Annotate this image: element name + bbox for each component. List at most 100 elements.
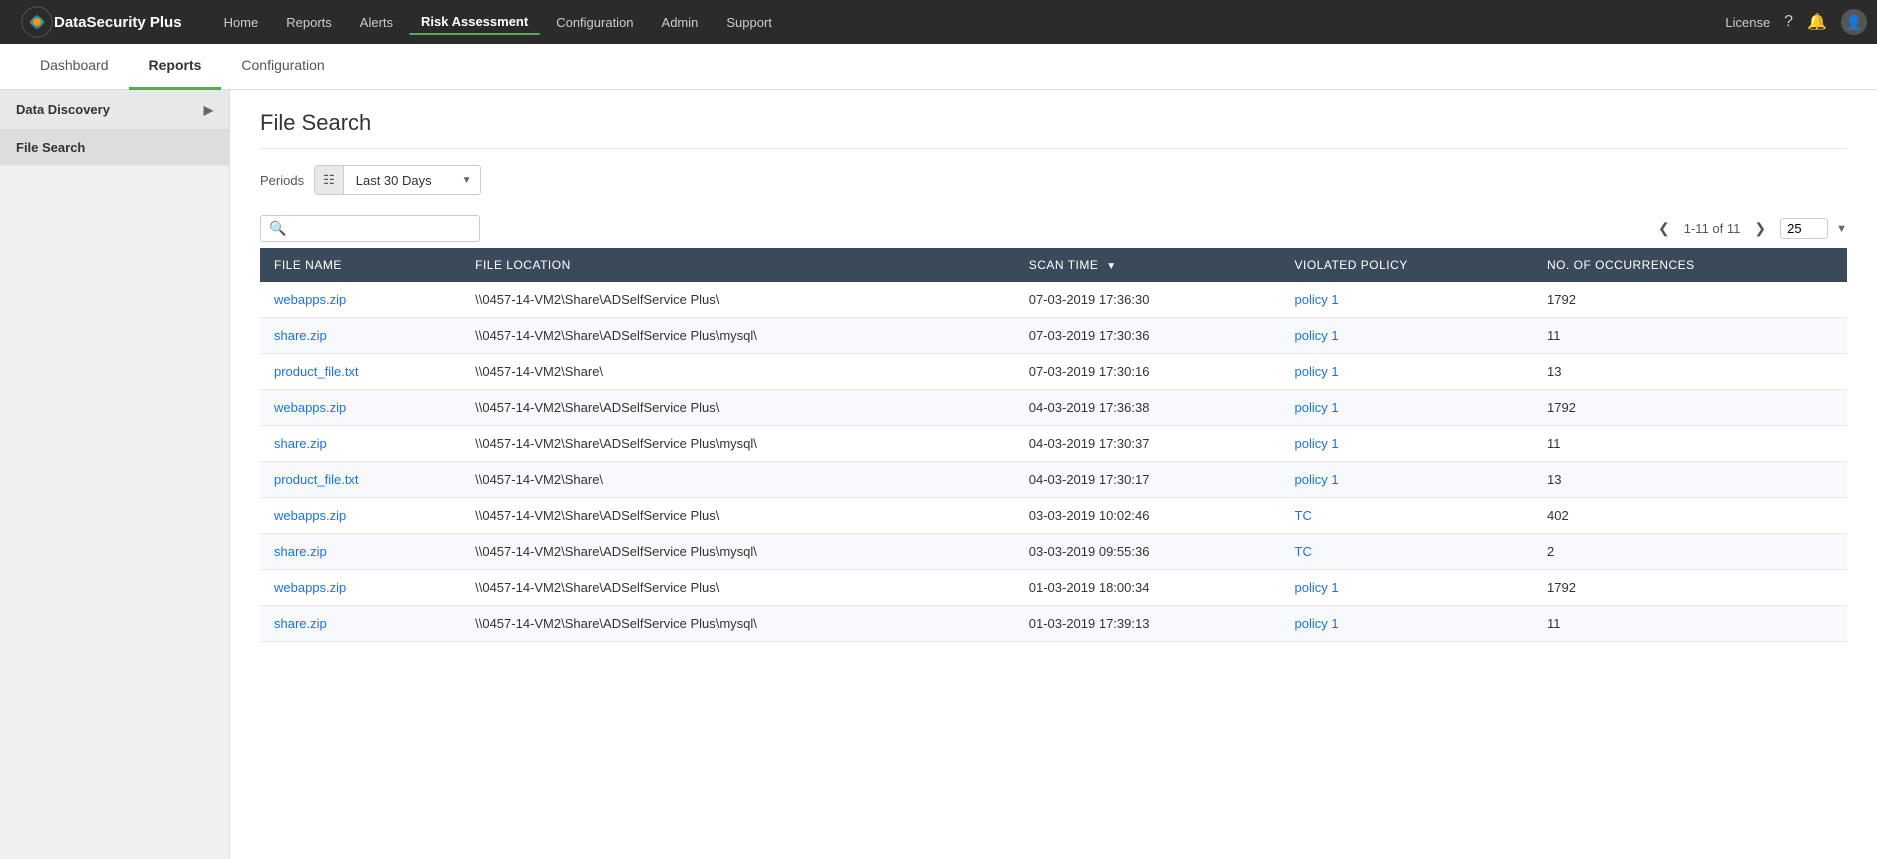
cell-scan-time: 01-03-2019 17:39:13 <box>1015 606 1281 642</box>
cell-scan-time: 03-03-2019 10:02:46 <box>1015 498 1281 534</box>
table-row: share.zip \\0457-14-VM2\Share\ADSelfServ… <box>260 534 1847 570</box>
pagination-range: 1-11 of 11 <box>1684 221 1741 236</box>
cell-violated-policy[interactable]: policy 1 <box>1281 606 1534 642</box>
col-scan-time[interactable]: SCAN TIME ▼ <box>1015 248 1281 282</box>
cell-occurrences: 2 <box>1533 534 1847 570</box>
cell-scan-time: 07-03-2019 17:36:30 <box>1015 282 1281 318</box>
second-nav-reports[interactable]: Reports <box>129 44 222 90</box>
prev-page-button[interactable]: ❮ <box>1652 218 1676 239</box>
nav-support[interactable]: Support <box>714 11 784 34</box>
layout: Data Discovery ▶ File Search File Search… <box>0 90 1877 859</box>
second-nav-configuration[interactable]: Configuration <box>221 44 344 90</box>
periods-label: Periods <box>260 173 304 188</box>
cell-file-name[interactable]: product_file.txt <box>260 462 461 498</box>
cell-file-location: \\0457-14-VM2\Share\ <box>461 354 1015 390</box>
sort-arrow-icon: ▼ <box>1106 261 1116 272</box>
brand-logo <box>20 5 54 39</box>
nav-risk-assessment[interactable]: Risk Assessment <box>409 10 540 35</box>
next-page-button[interactable]: ❯ <box>1748 218 1772 239</box>
table-header-row: FILE NAME FILE LOCATION SCAN TIME ▼ VIOL… <box>260 248 1847 282</box>
sidebar: Data Discovery ▶ File Search <box>0 90 230 859</box>
nav-admin[interactable]: Admin <box>650 11 711 34</box>
sidebar-section-data-discovery[interactable]: Data Discovery ▶ <box>0 90 229 130</box>
table-toolbar: 🔍 ❮ 1-11 of 11 ❯ 25 50 100 ▼ <box>260 215 1847 242</box>
license-link[interactable]: License <box>1725 15 1770 30</box>
chevron-down-icon-perpage: ▼ <box>1836 223 1847 235</box>
top-nav-right: License ? 🔔 👤 <box>1725 9 1867 35</box>
cell-occurrences: 13 <box>1533 354 1847 390</box>
table-row: share.zip \\0457-14-VM2\Share\ADSelfServ… <box>260 318 1847 354</box>
cell-file-name[interactable]: webapps.zip <box>260 570 461 606</box>
cell-occurrences: 11 <box>1533 606 1847 642</box>
cell-file-location: \\0457-14-VM2\Share\ADSelfService Plus\m… <box>461 606 1015 642</box>
cell-file-location: \\0457-14-VM2\Share\ADSelfService Plus\ <box>461 390 1015 426</box>
nav-home[interactable]: Home <box>212 11 271 34</box>
bell-icon[interactable]: 🔔 <box>1807 12 1827 32</box>
cell-scan-time: 07-03-2019 17:30:16 <box>1015 354 1281 390</box>
cell-violated-policy[interactable]: TC <box>1281 498 1534 534</box>
search-input[interactable] <box>290 221 471 236</box>
cell-file-name[interactable]: webapps.zip <box>260 282 461 318</box>
cell-violated-policy[interactable]: policy 1 <box>1281 462 1534 498</box>
table-row: webapps.zip \\0457-14-VM2\Share\ADSelfSe… <box>260 390 1847 426</box>
cell-violated-policy[interactable]: TC <box>1281 534 1534 570</box>
col-file-location: FILE LOCATION <box>461 248 1015 282</box>
cell-file-location: \\0457-14-VM2\Share\ADSelfService Plus\ <box>461 282 1015 318</box>
cell-occurrences: 13 <box>1533 462 1847 498</box>
cell-scan-time: 03-03-2019 09:55:36 <box>1015 534 1281 570</box>
periods-row: Periods ☷ Last 30 Days ▼ <box>260 165 1847 195</box>
cell-file-location: \\0457-14-VM2\Share\ADSelfService Plus\ <box>461 570 1015 606</box>
cell-occurrences: 1792 <box>1533 570 1847 606</box>
cell-violated-policy[interactable]: policy 1 <box>1281 354 1534 390</box>
periods-value: Last 30 Days <box>344 167 462 194</box>
cell-scan-time: 01-03-2019 18:00:34 <box>1015 570 1281 606</box>
table-row: share.zip \\0457-14-VM2\Share\ADSelfServ… <box>260 426 1847 462</box>
pagination-row: ❮ 1-11 of 11 ❯ 25 50 100 ▼ <box>1652 218 1847 239</box>
cell-file-name[interactable]: product_file.txt <box>260 354 461 390</box>
nav-reports[interactable]: Reports <box>274 11 344 34</box>
cell-file-location: \\0457-14-VM2\Share\ADSelfService Plus\m… <box>461 318 1015 354</box>
top-nav-links: Home Reports Alerts Risk Assessment Conf… <box>212 10 1726 35</box>
nav-alerts[interactable]: Alerts <box>348 11 405 34</box>
cell-scan-time: 07-03-2019 17:30:36 <box>1015 318 1281 354</box>
sidebar-section-label: Data Discovery <box>16 102 110 117</box>
search-box[interactable]: 🔍 <box>260 215 480 242</box>
help-icon[interactable]: ? <box>1784 13 1793 31</box>
table-row: product_file.txt \\0457-14-VM2\Share\ 04… <box>260 462 1847 498</box>
brand-name: DataSecurity Plus <box>54 14 182 31</box>
chevron-right-icon: ▶ <box>204 103 213 117</box>
col-violated-policy: VIOLATED POLICY <box>1281 248 1534 282</box>
page-title: File Search <box>260 110 1847 149</box>
grid-icon: ☷ <box>315 166 344 194</box>
cell-file-name[interactable]: share.zip <box>260 318 461 354</box>
data-table: FILE NAME FILE LOCATION SCAN TIME ▼ VIOL… <box>260 248 1847 642</box>
cell-violated-policy[interactable]: policy 1 <box>1281 570 1534 606</box>
second-nav-dashboard[interactable]: Dashboard <box>20 44 129 90</box>
cell-occurrences: 1792 <box>1533 390 1847 426</box>
col-file-name: FILE NAME <box>260 248 461 282</box>
per-page-select[interactable]: 25 50 100 <box>1780 218 1828 239</box>
user-avatar[interactable]: 👤 <box>1841 9 1867 35</box>
table-row: webapps.zip \\0457-14-VM2\Share\ADSelfSe… <box>260 570 1847 606</box>
cell-violated-policy[interactable]: policy 1 <box>1281 390 1534 426</box>
cell-violated-policy[interactable]: policy 1 <box>1281 318 1534 354</box>
cell-violated-policy[interactable]: policy 1 <box>1281 282 1534 318</box>
cell-violated-policy[interactable]: policy 1 <box>1281 426 1534 462</box>
nav-configuration[interactable]: Configuration <box>544 11 645 34</box>
sidebar-item-file-search[interactable]: File Search <box>0 130 229 166</box>
cell-file-name[interactable]: webapps.zip <box>260 390 461 426</box>
cell-scan-time: 04-03-2019 17:30:17 <box>1015 462 1281 498</box>
search-icon: 🔍 <box>269 220 286 237</box>
chevron-down-icon: ▼ <box>462 175 472 186</box>
cell-file-name[interactable]: share.zip <box>260 606 461 642</box>
cell-file-name[interactable]: webapps.zip <box>260 498 461 534</box>
brand: DataSecurity Plus <box>10 0 192 44</box>
cell-file-location: \\0457-14-VM2\Share\ADSelfService Plus\m… <box>461 534 1015 570</box>
table-row: webapps.zip \\0457-14-VM2\Share\ADSelfSe… <box>260 498 1847 534</box>
cell-scan-time: 04-03-2019 17:36:38 <box>1015 390 1281 426</box>
col-occurrences: NO. OF OCCURRENCES <box>1533 248 1847 282</box>
cell-file-name[interactable]: share.zip <box>260 426 461 462</box>
cell-file-name[interactable]: share.zip <box>260 534 461 570</box>
cell-occurrences: 11 <box>1533 426 1847 462</box>
periods-dropdown[interactable]: ☷ Last 30 Days ▼ <box>314 165 480 195</box>
